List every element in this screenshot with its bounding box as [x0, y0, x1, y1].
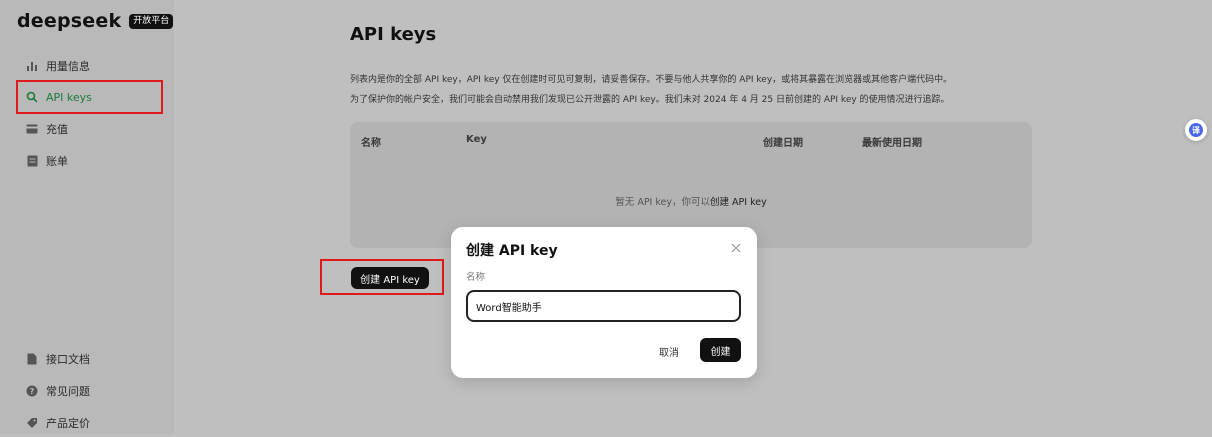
dialog-title: 创建 API key: [466, 243, 558, 259]
tag-icon: [24, 415, 40, 431]
question-icon: ?: [24, 383, 40, 399]
close-icon[interactable]: [729, 240, 743, 254]
card-icon: [24, 121, 40, 137]
bar-chart-icon: [24, 58, 40, 74]
create-api-key-button[interactable]: 创建 API key: [351, 267, 429, 289]
translate-icon: 译: [1189, 123, 1203, 137]
sidebar-item-usage[interactable]: 用量信息: [16, 52, 164, 80]
sidebar-item-recharge[interactable]: 充值: [16, 115, 164, 143]
column-header-created: 创建日期: [763, 138, 803, 149]
empty-state: 暂无 API key，你可以创建 API key: [350, 194, 1032, 208]
name-field-label: 名称: [466, 272, 486, 283]
empty-state-create-link[interactable]: 创建 API key: [710, 197, 767, 208]
sidebar-item-billing[interactable]: 账单: [16, 147, 164, 175]
sidebar-item-faq[interactable]: ? 常见问题: [16, 377, 164, 405]
sidebar-item-label: 产品定价: [46, 417, 90, 430]
create-api-key-dialog: 创建 API key 名称 取消 创建: [451, 227, 757, 378]
sidebar-item-label: 常见问题: [46, 385, 90, 398]
sidebar-item-label: 账单: [46, 155, 68, 168]
sidebar-item-label: 接口文档: [46, 353, 90, 366]
platform-badge: 开放平台: [129, 13, 174, 29]
highlight-box-api-keys: [16, 80, 163, 114]
page-title: API keys: [350, 24, 437, 45]
sidebar: deepseek 开放平台 用量信息 API keys 充值 账单 接口文档 ?…: [0, 0, 174, 434]
page-description-line-2: 为了保护你的帐户安全，我们可能会自动禁用我们发现已公开泄露的 API key。我…: [350, 95, 950, 105]
brand-name: deepseek: [17, 10, 122, 32]
sidebar-item-api-docs[interactable]: 接口文档: [16, 345, 164, 373]
name-input[interactable]: [466, 290, 741, 322]
column-header-key: Key: [466, 134, 487, 145]
column-header-name: 名称: [361, 138, 381, 149]
bill-icon: [24, 153, 40, 169]
brand-logo[interactable]: deepseek 开放平台: [17, 10, 174, 32]
cancel-button[interactable]: 取消: [659, 344, 679, 359]
document-icon: [24, 351, 40, 367]
page-description-line-1: 列表内是你的全部 API key，API key 仅在创建时可见可复制，请妥善保…: [350, 75, 953, 85]
column-header-last-used: 最新使用日期: [862, 138, 922, 149]
translate-button[interactable]: 译: [1185, 119, 1207, 141]
sidebar-item-label: 充值: [46, 123, 68, 136]
confirm-create-button[interactable]: 创建: [700, 338, 741, 362]
svg-text:?: ?: [30, 387, 35, 396]
sidebar-item-label: 用量信息: [46, 60, 90, 73]
sidebar-item-pricing[interactable]: 产品定价: [16, 409, 164, 437]
empty-state-text: 暂无 API key，你可以: [615, 197, 710, 208]
